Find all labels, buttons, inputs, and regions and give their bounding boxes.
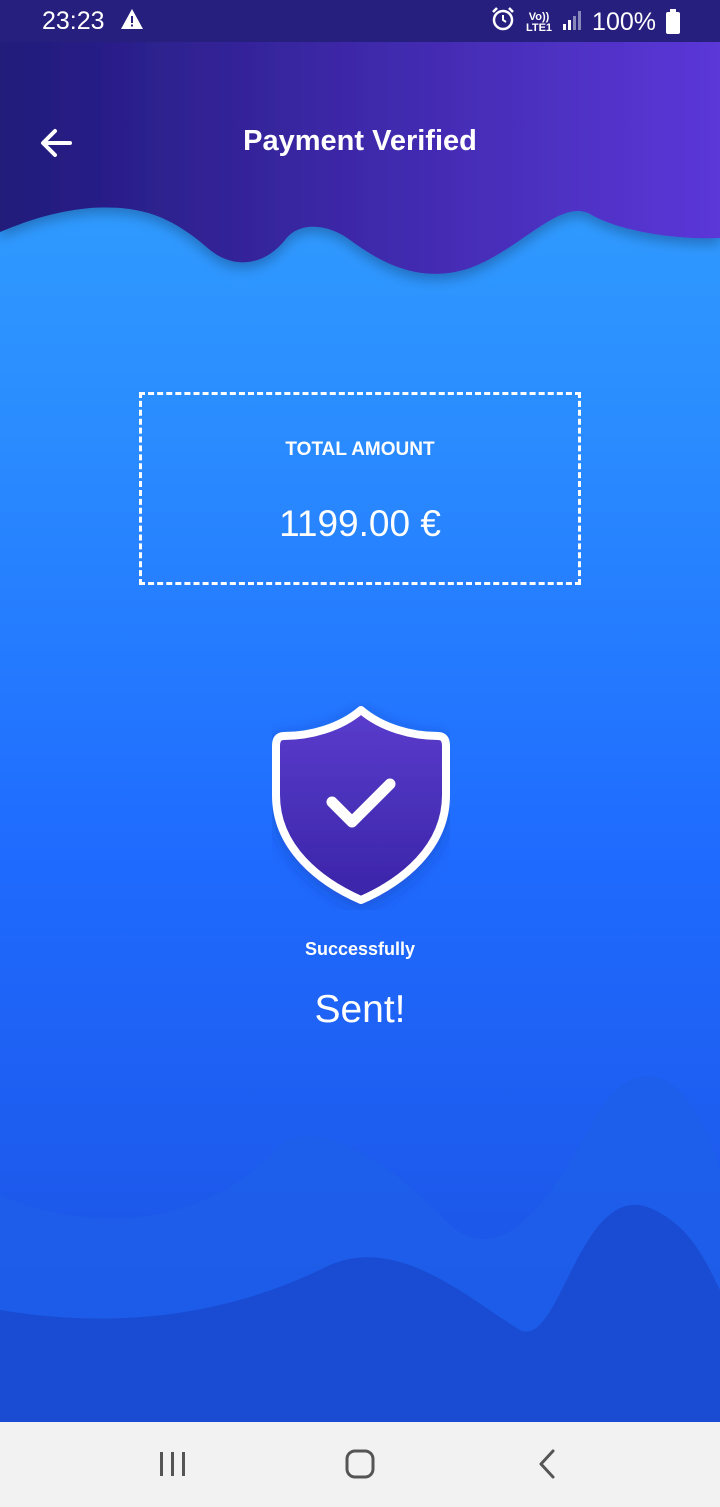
- recents-button[interactable]: [143, 1442, 203, 1488]
- battery-icon: [666, 8, 680, 34]
- system-nav-bar: [0, 1422, 720, 1507]
- home-button[interactable]: [330, 1442, 390, 1488]
- network-indicator: Vo)) LTE1: [525, 11, 553, 34]
- bottom-waves: [0, 1076, 720, 1422]
- signal-icon: [562, 8, 582, 37]
- battery-percent: 100%: [592, 8, 656, 36]
- home-icon: [345, 1449, 375, 1479]
- nav-back-button[interactable]: [517, 1442, 577, 1488]
- total-amount-card: TOTAL AMOUNT 1199.00 €: [139, 392, 581, 585]
- app-header: Payment Verified: [0, 42, 720, 242]
- page-title: Payment Verified: [243, 125, 477, 157]
- total-amount-label: TOTAL AMOUNT: [285, 439, 435, 460]
- status-bar: 23:23 Vo)) LTE1 100%: [0, 0, 720, 42]
- status-icons: Vo)) LTE1 100%: [490, 6, 680, 39]
- total-amount-value: 1199.00 €: [279, 503, 441, 544]
- success-title: Sent!: [314, 988, 406, 1031]
- alarm-icon: [490, 6, 516, 39]
- success-subtitle: Successfully: [304, 939, 416, 959]
- chevron-left-icon: [539, 1449, 555, 1479]
- payment-screen: 23:23 Vo)) LTE1 100% Payment Verified TO…: [0, 0, 720, 1422]
- recents-icon: [160, 1452, 185, 1476]
- lte-label: LTE1: [525, 21, 553, 34]
- status-time: 23:23: [42, 7, 105, 35]
- warning-icon: [120, 8, 144, 37]
- shield-check-icon: [272, 706, 450, 904]
